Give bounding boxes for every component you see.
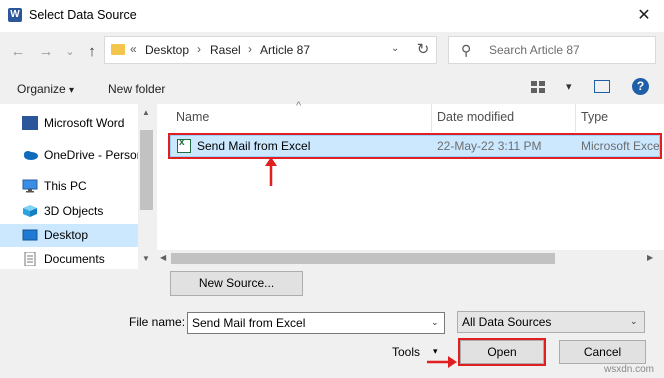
nav-item-label: OneDrive - Person <box>44 148 144 162</box>
scroll-down-icon[interactable]: ▼ <box>142 254 150 263</box>
title-bar: W Select Data Source ✕ <box>0 0 664 32</box>
toolbar: Organize ▾ New folder ▾ ? <box>0 74 664 102</box>
window-title: Select Data Source <box>29 8 137 22</box>
pc-icon <box>22 179 38 193</box>
onedrive-icon <box>24 151 38 160</box>
file-type-filter[interactable]: All Data Sources ⌄ <box>457 311 645 333</box>
new-source-button[interactable]: New Source... <box>170 271 303 296</box>
address-bar[interactable]: « Desktop › Rasel › Article 87 ⌄ ↻ <box>104 36 437 64</box>
desktop-icon <box>22 229 38 241</box>
file-name-input[interactable]: Send Mail from Excel ⌄ <box>187 312 445 334</box>
nav-item-label: Microsoft Word <box>44 116 125 130</box>
address-dropdown-icon[interactable]: ⌄ <box>391 43 399 54</box>
view-dropdown-icon[interactable]: ▾ <box>566 80 572 93</box>
annotation-highlight-open <box>458 338 546 366</box>
close-button[interactable]: ✕ <box>630 4 658 28</box>
organize-label: Organize <box>17 82 66 96</box>
scroll-thumb[interactable] <box>140 130 153 210</box>
preview-pane-icon[interactable] <box>594 80 610 93</box>
breadcrumb-separator[interactable]: › <box>197 42 201 56</box>
tools-button[interactable]: Tools <box>392 345 420 359</box>
organize-dropdown-icon: ▾ <box>69 85 75 96</box>
nav-item-3d-objects[interactable]: 3D Objects <box>0 200 138 223</box>
file-name-dropdown-icon[interactable]: ⌄ <box>431 317 439 328</box>
nav-pane-scrollbar[interactable]: ▲ ▼ <box>138 104 155 269</box>
navigation-pane: Microsoft Word OneDrive - Person This PC… <box>0 104 155 269</box>
file-name-value: Send Mail from Excel <box>192 316 306 330</box>
nav-item-documents[interactable]: Documents <box>0 248 138 271</box>
nav-item-label: This PC <box>44 179 87 193</box>
cube-icon <box>23 205 37 217</box>
file-type-filter-value: All Data Sources <box>462 315 552 329</box>
watermark-text: wsxdn.com <box>604 364 655 375</box>
help-icon[interactable]: ? <box>632 78 649 95</box>
search-icon: ⚲ <box>461 42 472 58</box>
scroll-right-icon[interactable]: ▶ <box>647 253 653 262</box>
up-button[interactable]: ↑ <box>82 42 102 62</box>
column-divider[interactable] <box>431 104 432 132</box>
overflow-chevron[interactable]: « <box>130 42 137 56</box>
chevron-down-icon: ⌄ <box>630 316 638 326</box>
forward-button[interactable]: → <box>36 42 56 62</box>
recent-locations-button[interactable]: ⌄ <box>60 42 80 62</box>
documents-icon <box>24 252 36 266</box>
column-header-name[interactable]: Name <box>176 110 209 124</box>
column-divider[interactable] <box>575 104 576 132</box>
column-header-type[interactable]: Type <box>581 110 608 124</box>
annotation-right-arrow <box>427 356 457 368</box>
file-name-label: File name: <box>129 315 186 329</box>
new-folder-button[interactable]: New folder <box>108 82 165 96</box>
nav-item-onedrive[interactable]: OneDrive - Person <box>0 144 143 167</box>
refresh-icon[interactable]: ↻ <box>414 40 432 58</box>
folder-icon <box>111 44 125 55</box>
organize-button[interactable]: Organize ▾ <box>17 82 74 96</box>
nav-item-label: 3D Objects <box>44 204 104 218</box>
breadcrumb-article-87[interactable]: Article 87 <box>260 43 310 57</box>
annotation-up-arrow <box>265 157 277 186</box>
search-placeholder[interactable]: Search Article 87 <box>489 43 580 57</box>
word-icon <box>22 116 38 130</box>
scroll-up-icon[interactable]: ▲ <box>142 108 150 117</box>
search-box[interactable]: ⚲ Search Article 87 <box>448 36 656 64</box>
scroll-thumb[interactable] <box>171 253 555 264</box>
nav-item-label: Desktop <box>44 228 89 242</box>
column-header-date[interactable]: Date modified <box>437 110 514 124</box>
nav-item-desktop[interactable]: Desktop <box>0 224 138 247</box>
breadcrumb-rasel[interactable]: Rasel <box>210 43 241 57</box>
word-icon: W <box>8 8 22 22</box>
nav-item-label: Documents <box>44 252 105 266</box>
nav-item-this-pc[interactable]: This PC <box>0 175 138 198</box>
breadcrumb-separator[interactable]: › <box>248 42 252 56</box>
cancel-button[interactable]: Cancel <box>559 340 646 364</box>
view-options-icon[interactable] <box>530 80 546 94</box>
back-button[interactable]: ← <box>8 42 28 62</box>
sort-ascending-icon: ^ <box>296 100 302 112</box>
file-list: Name ^ Date modified Type <box>157 100 664 254</box>
annotation-highlight-file <box>168 133 662 159</box>
file-list-scrollbar[interactable]: ◀ ▶ <box>157 250 664 267</box>
breadcrumb-desktop[interactable]: Desktop <box>145 43 189 57</box>
nav-item-microsoft-word[interactable]: Microsoft Word <box>0 112 138 135</box>
scroll-left-icon[interactable]: ◀ <box>160 253 166 262</box>
